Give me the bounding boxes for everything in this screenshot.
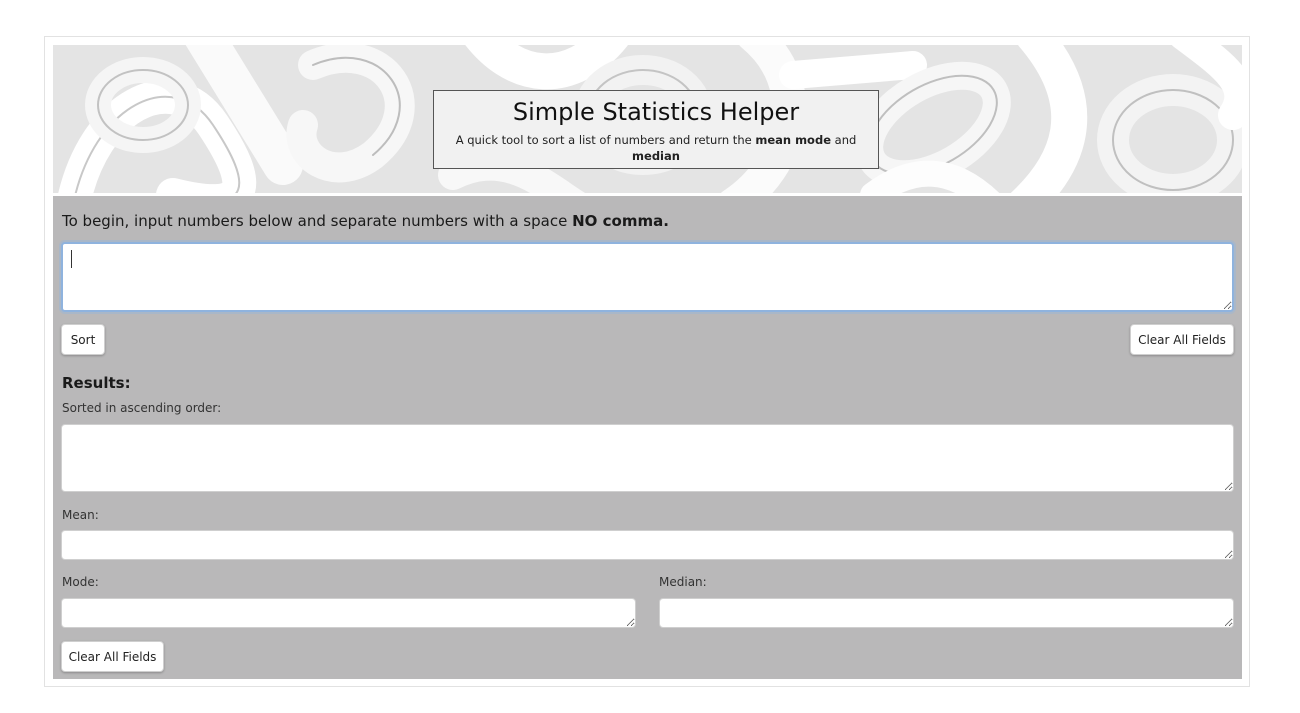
mode-output[interactable] (61, 598, 636, 628)
numbers-input[interactable] (61, 242, 1234, 312)
instruction-text: To begin, input numbers below and separa… (62, 212, 669, 230)
mode-label: Mode: (62, 575, 99, 589)
instruction-emphasis: NO comma. (572, 212, 669, 230)
mean-label: Mean: (62, 508, 99, 522)
sort-button[interactable]: Sort (61, 324, 105, 355)
title-box: Simple Statistics Helper A quick tool to… (433, 90, 879, 169)
page-subtitle: A quick tool to sort a list of numbers a… (434, 132, 878, 164)
subtitle-text: A quick tool to sort a list of numbers a… (455, 133, 756, 147)
results-heading: Results: (62, 374, 131, 392)
sorted-label: Sorted in ascending order: (62, 401, 222, 415)
calculator-panel: To begin, input numbers below and separa… (53, 196, 1242, 679)
page-title: Simple Statistics Helper (512, 98, 800, 126)
median-output[interactable] (659, 598, 1234, 628)
clear-all-fields-button-bottom[interactable]: Clear All Fields (61, 641, 164, 672)
mean-output[interactable] (61, 530, 1234, 560)
subtitle-and: and (831, 133, 857, 147)
instruction-main: To begin, input numbers below and separa… (62, 212, 573, 230)
subtitle-median: median (632, 149, 680, 163)
page-container: Simple Statistics Helper A quick tool to… (44, 36, 1250, 687)
header-banner: Simple Statistics Helper A quick tool to… (53, 45, 1242, 193)
sorted-output[interactable] (61, 424, 1234, 492)
subtitle-mean-mode: mean mode (755, 133, 831, 147)
clear-all-fields-button-top[interactable]: Clear All Fields (1130, 324, 1234, 355)
median-label: Median: (659, 575, 707, 589)
text-cursor (71, 250, 72, 268)
